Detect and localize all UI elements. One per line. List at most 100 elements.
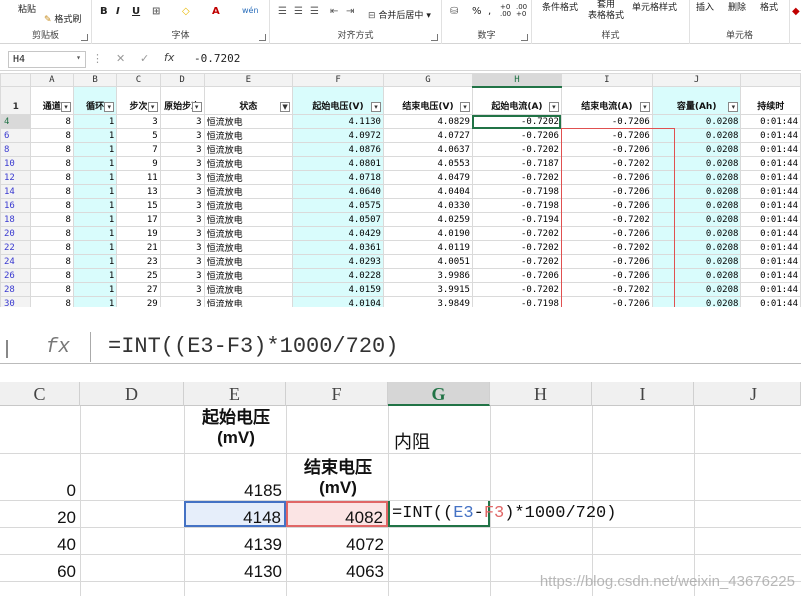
table-cell[interactable]: 0:01:44 [740,198,801,213]
table-cell[interactable]: -0.7202 [471,142,562,157]
table-cell[interactable]: 4.0479 [382,170,473,185]
comma-button[interactable]: , [488,6,491,17]
format-painter-button[interactable]: ✎ 格式刷 [44,12,81,25]
table-cell[interactable]: 8 [29,296,74,307]
col-header-i[interactable]: I [592,382,694,406]
table-cell[interactable]: 9 [116,156,161,171]
table-cell[interactable]: 0:01:44 [740,114,801,129]
filter-dropdown-icon[interactable]: ▾ [191,102,202,112]
table-cell[interactable]: 21 [116,240,161,255]
col-header-g[interactable]: G [382,73,473,87]
font-launcher-icon[interactable] [259,34,266,41]
table-cell[interactable]: 4.0718 [292,170,384,185]
table-cell[interactable]: 13 [116,184,161,199]
row-header[interactable]: 12 [0,170,31,185]
table-cell[interactable]: 3 [159,114,205,129]
table-cell[interactable]: 0.0208 [651,240,742,255]
table-cell[interactable]: 4.0119 [382,240,473,255]
table-cell[interactable]: 恒流放电 [203,254,294,269]
table-cell[interactable]: 0:01:44 [740,184,801,199]
table-cell[interactable]: -0.7206 [560,128,653,143]
table-cell[interactable]: 3 [159,212,205,227]
column-title[interactable]: 起始电流(A) ▾ [471,86,562,115]
e-value[interactable]: 4139 [188,535,282,555]
table-cell[interactable]: 4.0637 [382,142,473,157]
column-title[interactable]: 容量(Ah) ▾ [651,86,742,115]
table-cell[interactable]: -0.7198 [471,198,562,213]
row-header[interactable]: 6 [0,128,31,143]
f-value[interactable]: 4063 [290,562,384,582]
table-cell[interactable]: 1 [72,198,118,213]
column-title[interactable]: 步次 ▾ [116,86,161,115]
table-cell[interactable]: 1 [72,212,118,227]
table-cell[interactable]: 29 [116,296,161,307]
table-cell[interactable]: 8 [29,212,74,227]
table-cell[interactable]: -0.7206 [560,226,653,241]
table-cell[interactable]: 0.0208 [651,184,742,199]
insert-button[interactable]: 插入 [696,0,714,13]
table-cell[interactable]: 4.0829 [382,114,473,129]
table-cell[interactable]: 恒流放电 [203,156,294,171]
row-header[interactable]: 18 [0,212,31,227]
table-cell[interactable]: 恒流放电 [203,212,294,227]
delete-button[interactable]: 删除 [728,0,746,13]
table-cell[interactable]: 0:01:44 [740,254,801,269]
table-cell[interactable]: 4.0190 [382,226,473,241]
table-cell[interactable]: 1 [72,128,118,143]
table-cell[interactable]: 8 [29,128,74,143]
row-header[interactable]: 8 [0,142,31,157]
table-cell[interactable]: 3 [159,226,205,241]
table-cell[interactable]: -0.7206 [560,268,653,283]
column-title[interactable]: 原始步次 ▾ [159,86,205,115]
table-cell[interactable]: 8 [29,198,74,213]
table-cell[interactable]: 3 [116,114,161,129]
table-cell[interactable]: 4.0876 [292,142,384,157]
filter-dropdown-icon[interactable]: ▾ [728,102,739,112]
table-cell[interactable]: 8 [29,240,74,255]
col-header-a[interactable]: A [29,73,74,87]
table-cell[interactable]: 8 [29,156,74,171]
table-cell[interactable]: 4.0553 [382,156,473,171]
table-cell[interactable]: 4.0575 [292,198,384,213]
column-title[interactable]: 通道 ▾ [29,86,74,115]
table-cell[interactable]: 3 [159,268,205,283]
table-cell[interactable]: 8 [29,268,74,283]
col-header-e[interactable]: E [203,73,294,87]
table-cell[interactable]: -0.7206 [560,198,653,213]
table-cell[interactable]: 1 [72,282,118,297]
table-cell[interactable]: -0.7206 [560,142,653,157]
table-cell[interactable]: 恒流放电 [203,142,294,157]
increase-decimal-button[interactable]: +0 .00 [500,4,511,18]
table-cell[interactable]: 0.0208 [651,296,742,307]
table-cell[interactable]: 4.0228 [292,268,384,283]
table-cell[interactable]: 0.0208 [651,114,742,129]
row-header[interactable]: 28 [0,282,31,297]
f3-reference-highlight[interactable]: 4082 [286,501,388,527]
c-value[interactable]: 20 [20,508,76,528]
row-header[interactable]: 16 [0,198,31,213]
font-color-icon[interactable]: A [212,6,220,17]
table-cell[interactable]: 3.9915 [382,282,473,297]
align-right-icon[interactable]: ☰ [310,6,319,17]
table-cell[interactable]: 0.0208 [651,268,742,283]
table-cell[interactable]: 3 [159,240,205,255]
table-cell[interactable]: -0.7202 [560,240,653,255]
table-cell[interactable]: 5 [116,128,161,143]
table-cell[interactable]: 4.0361 [292,240,384,255]
table-cell[interactable]: -0.7187 [471,156,562,171]
table-cell[interactable]: 恒流放电 [203,226,294,241]
insert-function-icon[interactable]: fx [46,336,70,359]
table-cell[interactable]: 1 [72,184,118,199]
table-cell[interactable]: 4.0159 [292,282,384,297]
outdent-icon[interactable]: ⇥ [346,6,354,17]
table-cell[interactable]: -0.7206 [471,268,562,283]
table-cell[interactable]: 3 [159,184,205,199]
table-cell[interactable]: 8 [29,142,74,157]
table-cell[interactable]: 3 [159,128,205,143]
zoomed-formula-input[interactable]: =INT((E3-F3)*1000/720) [108,334,398,359]
start-voltage-header[interactable]: 起始电压 (mV) [192,408,280,448]
table-cell[interactable]: 8 [29,114,74,129]
fill-color-icon[interactable]: ◇ [182,6,190,17]
table-cell[interactable]: 19 [116,226,161,241]
table-cell[interactable]: 恒流放电 [203,268,294,283]
